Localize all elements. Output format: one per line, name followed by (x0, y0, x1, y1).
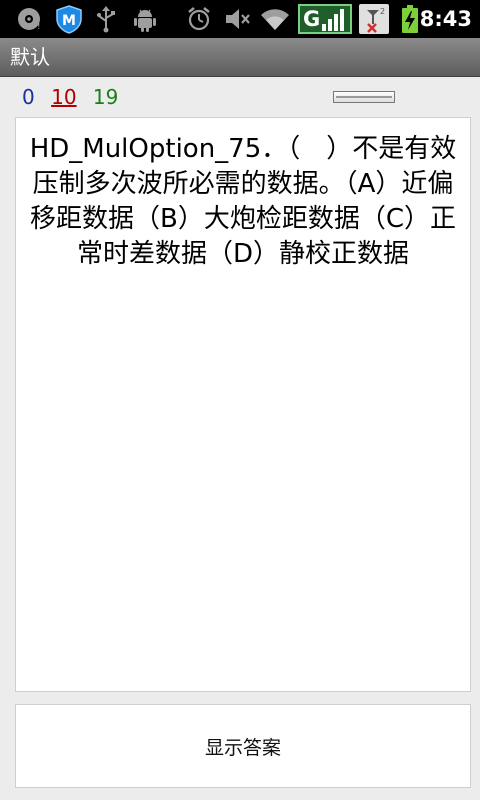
svg-text:M: M (62, 13, 76, 29)
title-bar: 默认 (0, 38, 480, 77)
wrong-count-link[interactable]: 10 (51, 85, 76, 109)
svg-text:2: 2 (380, 7, 385, 16)
score-counters: 0 10 19 (22, 84, 128, 110)
status-bar: ! M G 2 8:43 (0, 0, 480, 38)
wifi-icon (258, 0, 292, 38)
total-count: 19 (92, 85, 119, 109)
sim-missing-icon: 2 (358, 0, 390, 38)
network-type-label: G (303, 7, 321, 31)
usb-icon (92, 0, 120, 38)
clock: 8:43 (419, 7, 472, 31)
zero-count: 0 (22, 85, 35, 109)
drag-handle[interactable] (333, 91, 395, 103)
signal-icon: G (296, 0, 354, 38)
disc-icon: ! (14, 0, 46, 38)
svg-text:!: ! (37, 22, 41, 32)
question-text: HD_MulOption_75．（ ）不是有效压制多次波所必需的数据。（A）近偏… (29, 134, 457, 269)
show-answer-button[interactable]: 显示答案 (15, 704, 471, 788)
android-debug-icon (130, 0, 160, 38)
show-answer-label: 显示答案 (204, 736, 281, 759)
app-title: 默认 (10, 45, 50, 69)
drag-handle-line (336, 96, 392, 98)
question-card: HD_MulOption_75．（ ）不是有效压制多次波所必需的数据。（A）近偏… (15, 117, 471, 692)
battery-charging-icon (398, 0, 422, 38)
alarm-icon (184, 0, 214, 38)
mute-icon (222, 0, 252, 38)
shield-app-icon: M (52, 0, 86, 38)
